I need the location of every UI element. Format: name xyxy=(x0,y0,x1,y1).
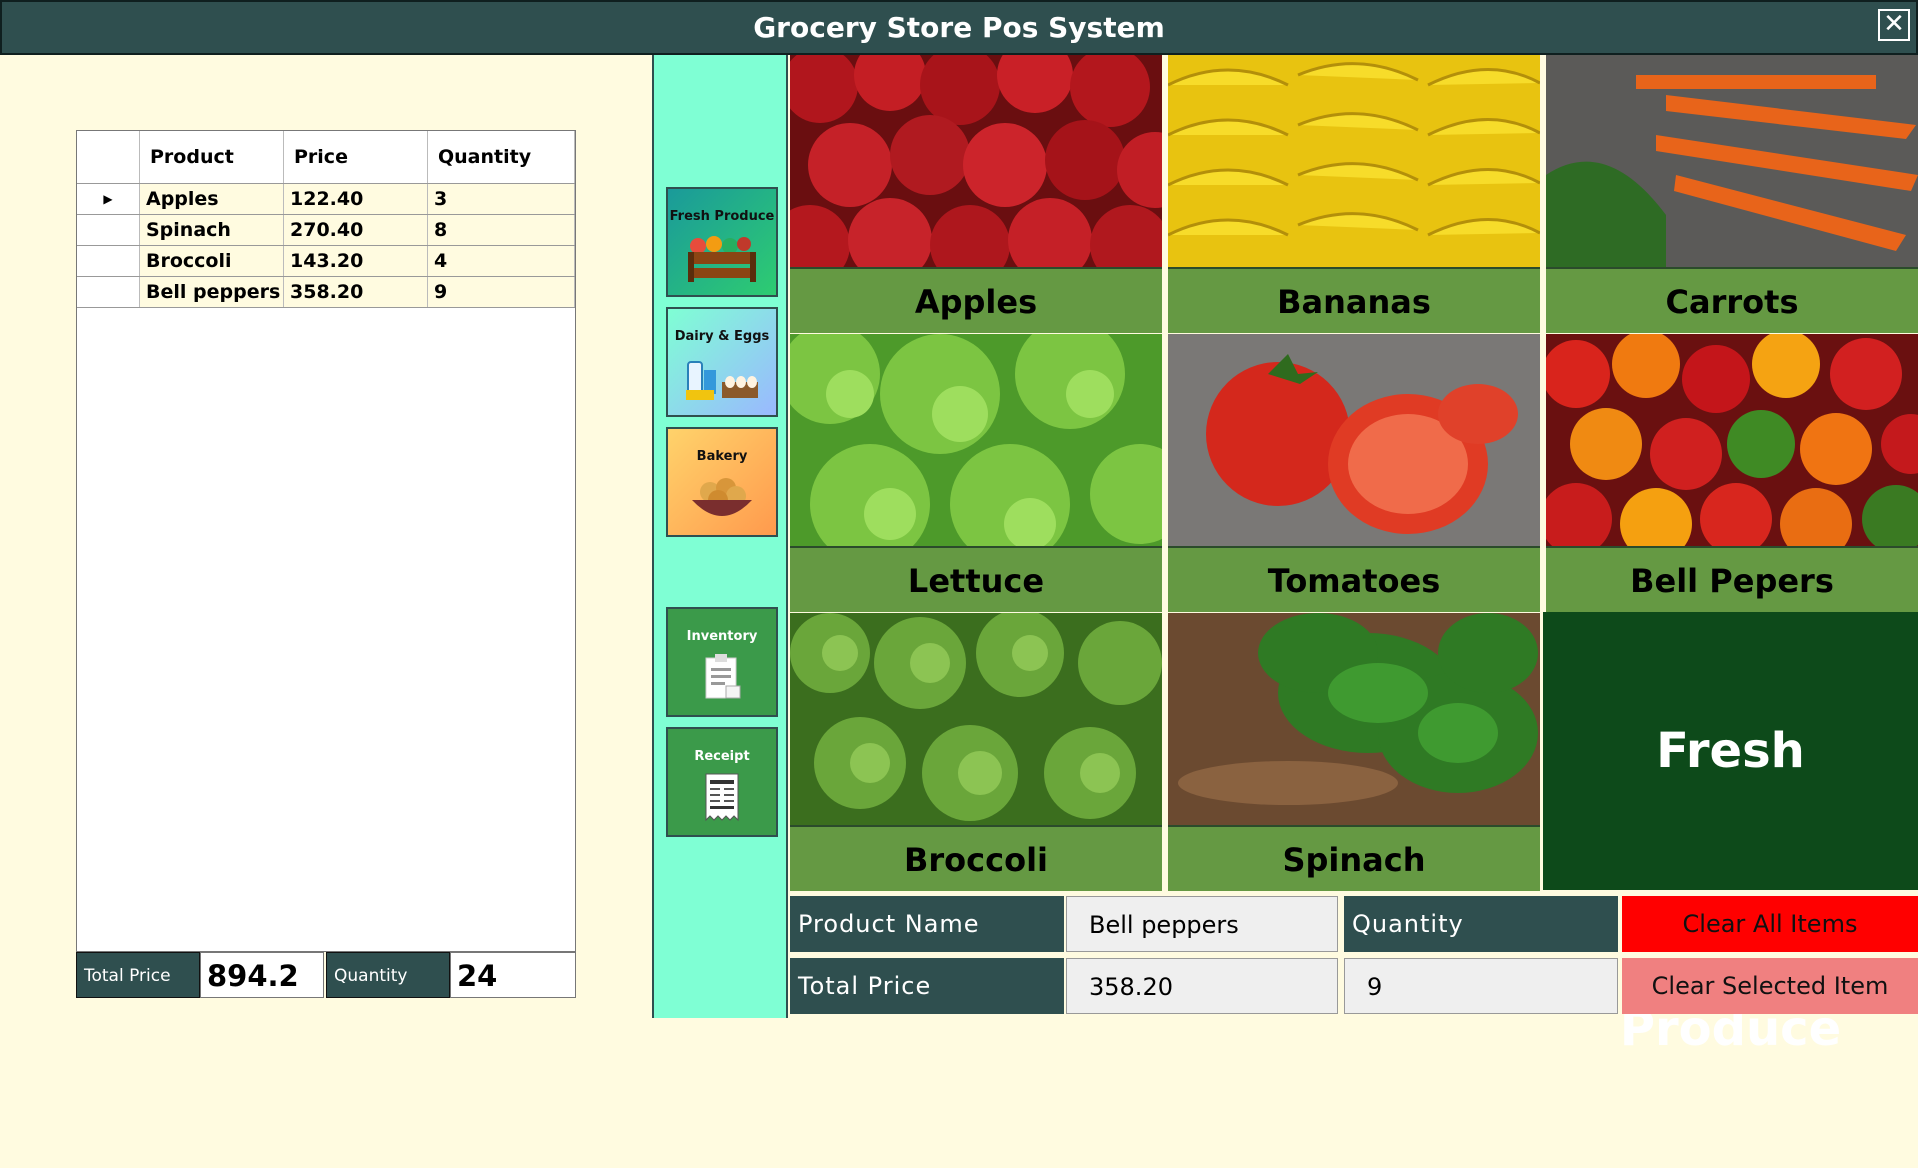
bananas-image xyxy=(1168,55,1540,267)
close-icon[interactable]: ✕ xyxy=(1878,9,1910,41)
category-label: Bakery xyxy=(696,449,748,464)
row-header[interactable] xyxy=(77,276,140,308)
cell-product[interactable]: Bell peppers xyxy=(139,276,284,308)
apples-image xyxy=(790,55,1162,267)
row-header-corner xyxy=(77,131,140,184)
total-price-value: 894.2 xyxy=(200,952,324,998)
product-tile-broccoli[interactable]: Broccoli xyxy=(790,613,1162,891)
cell-product[interactable]: Apples xyxy=(139,183,284,215)
carrots-image xyxy=(1546,55,1918,267)
column-header-product[interactable]: Product xyxy=(139,131,284,184)
receipt-icon xyxy=(705,773,739,822)
table-row[interactable]: ▶ Apples 122.40 3 xyxy=(77,183,575,215)
dairy-eggs-icon xyxy=(686,361,758,400)
clear-all-items-button[interactable]: Clear All Items xyxy=(1622,896,1918,952)
bell-peppers-image xyxy=(1546,334,1918,546)
product-tile-bananas[interactable]: Bananas xyxy=(1168,55,1540,333)
receipt-label: Receipt xyxy=(694,749,750,764)
product-name: Lettuce xyxy=(790,546,1162,612)
product-name-field[interactable]: Bell peppers xyxy=(1066,896,1338,952)
spinach-image xyxy=(1168,613,1540,825)
quantity-field[interactable]: 9 xyxy=(1344,958,1618,1014)
category-sidebar: Fresh Produce Dairy & Eggs Bakery Invent… xyxy=(652,55,788,1018)
product-tile-carrots[interactable]: Carrots xyxy=(1546,55,1918,333)
total-price-label: Total Price xyxy=(790,958,1064,1014)
cell-price[interactable]: 143.20 xyxy=(283,245,428,277)
product-name: Bell Pepers xyxy=(1546,546,1918,612)
product-tile-spinach[interactable]: Spinach xyxy=(1168,613,1540,891)
product-name: Bananas xyxy=(1168,267,1540,333)
cell-quantity[interactable]: 4 xyxy=(427,245,575,277)
product-name: Apples xyxy=(790,267,1162,333)
category-label: Dairy & Eggs xyxy=(674,329,770,344)
column-header-price[interactable]: Price xyxy=(283,131,428,184)
cell-quantity[interactable]: 3 xyxy=(427,183,575,215)
category-label: Fresh Produce xyxy=(669,209,775,224)
product-name: Carrots xyxy=(1546,267,1918,333)
cart-totals: Total Price 894.2 Quantity 24 xyxy=(76,952,576,998)
title-bar: Grocery Store Pos System ✕ xyxy=(0,0,1918,55)
produce-crate-icon xyxy=(688,236,756,282)
table-row[interactable]: Broccoli 143.20 4 xyxy=(77,245,575,277)
product-name: Tomatoes xyxy=(1168,546,1540,612)
broccoli-image xyxy=(790,613,1162,825)
quantity-label: Quantity xyxy=(326,952,450,998)
cell-quantity[interactable]: 8 xyxy=(427,214,575,246)
table-row[interactable]: Bell peppers 358.20 9 xyxy=(77,276,575,308)
product-name: Broccoli xyxy=(790,825,1162,891)
total-price-field[interactable]: 358.20 xyxy=(1066,958,1338,1014)
tomatoes-image xyxy=(1168,334,1540,546)
lettuce-image xyxy=(790,334,1162,546)
clear-selected-item-button[interactable]: Clear Selected Item xyxy=(1622,958,1918,1014)
product-tile-lettuce[interactable]: Lettuce xyxy=(790,334,1162,612)
cell-price[interactable]: 270.40 xyxy=(283,214,428,246)
row-header[interactable] xyxy=(77,245,140,277)
bread-basket-icon xyxy=(692,478,752,516)
product-tile-tomatoes[interactable]: Tomatoes xyxy=(1168,334,1540,612)
row-selector-icon[interactable]: ▶ xyxy=(77,183,140,215)
quantity-value: 24 xyxy=(450,952,576,998)
receipt-button[interactable]: Receipt xyxy=(666,727,778,837)
cell-quantity[interactable]: 9 xyxy=(427,276,575,308)
cell-product[interactable]: Broccoli xyxy=(139,245,284,277)
current-category-banner: Fresh Produce xyxy=(1543,612,1918,1057)
cell-product[interactable]: Spinach xyxy=(139,214,284,246)
quantity-label: Quantity xyxy=(1344,896,1618,952)
cell-price[interactable]: 122.40 xyxy=(283,183,428,215)
category-dairy-eggs-button[interactable]: Dairy & Eggs xyxy=(666,307,778,417)
product-tile-apples[interactable]: Apples xyxy=(790,55,1162,333)
clipboard-icon xyxy=(705,654,741,699)
category-bakery-button[interactable]: Bakery xyxy=(666,427,778,537)
cell-price[interactable]: 358.20 xyxy=(283,276,428,308)
product-name: Spinach xyxy=(1168,825,1540,891)
table-row[interactable]: Spinach 270.40 8 xyxy=(77,214,575,246)
row-header[interactable] xyxy=(77,214,140,246)
column-header-quantity[interactable]: Quantity xyxy=(427,131,575,184)
product-tile-bell-pepers[interactable]: Bell Pepers xyxy=(1546,334,1918,612)
category-fresh-produce-button[interactable]: Fresh Produce xyxy=(666,187,778,297)
total-price-label: Total Price xyxy=(76,952,200,998)
window-title: Grocery Store Pos System xyxy=(753,11,1165,44)
inventory-button[interactable]: Inventory xyxy=(666,607,778,717)
product-name-label: Product Name xyxy=(790,896,1064,952)
inventory-label: Inventory xyxy=(686,629,758,644)
cart-table[interactable]: Product Price Quantity ▶ Apples 122.40 3… xyxy=(76,130,576,952)
